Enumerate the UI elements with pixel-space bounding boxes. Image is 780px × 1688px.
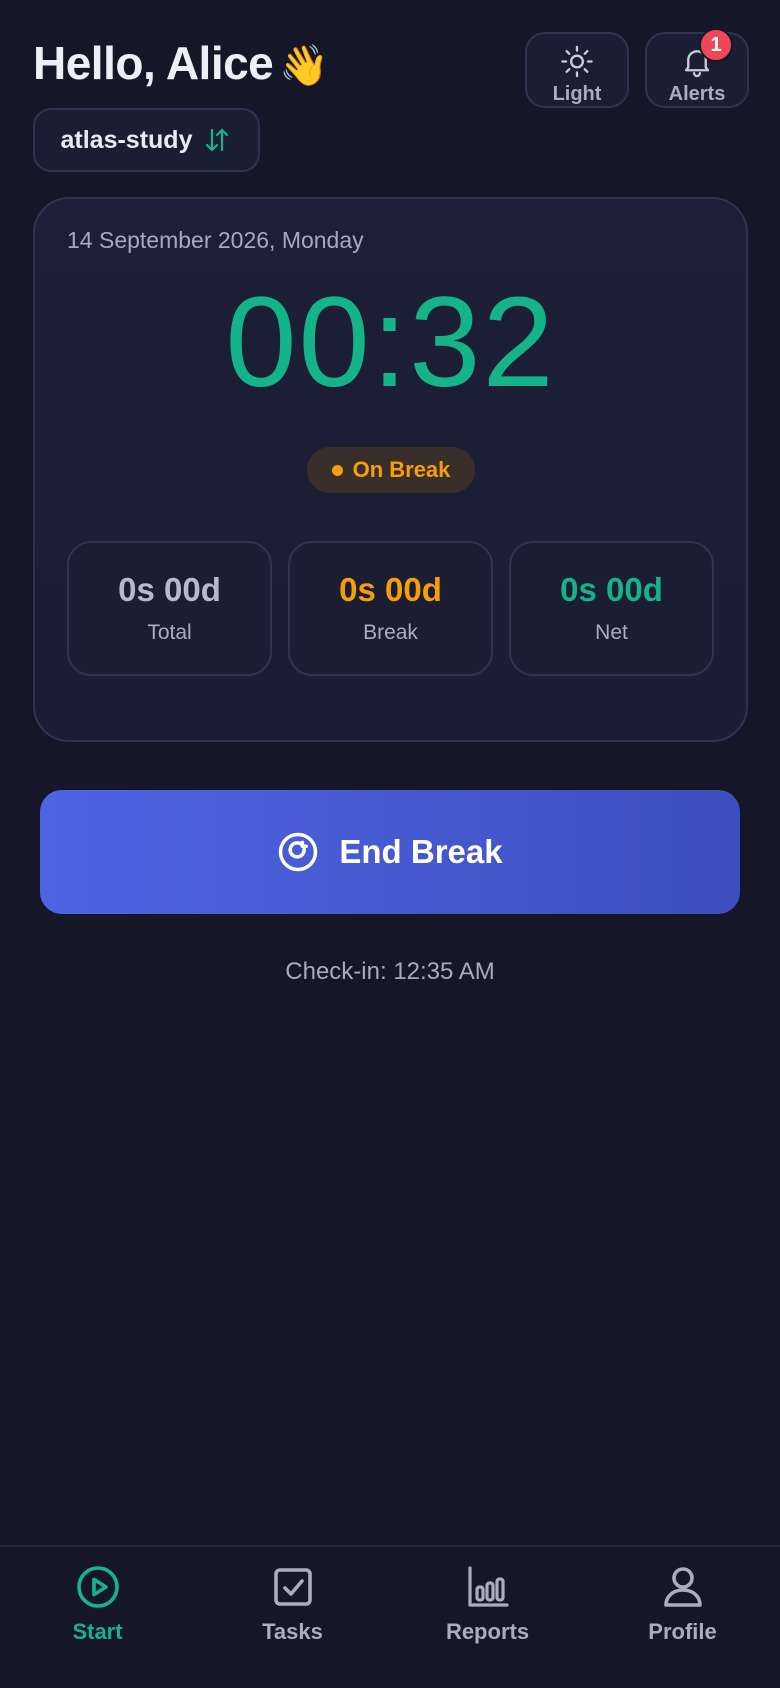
elapsed-timer: 00:32 — [225, 271, 556, 414]
nav-profile[interactable]: Profile — [585, 1547, 780, 1688]
nav-tasks[interactable]: Tasks — [195, 1547, 390, 1688]
wave-emoji: 👋 — [279, 43, 329, 89]
nav-start-label: Start — [72, 1619, 123, 1644]
user-icon — [663, 1567, 702, 1607]
stat-net-value: 0s 00d — [560, 571, 663, 608]
stat-total: 0s 00d Total — [67, 541, 272, 676]
play-circle-icon — [76, 1566, 119, 1608]
nav-profile-label: Profile — [648, 1619, 717, 1644]
alerts-label: Alerts — [668, 83, 726, 105]
project-name: atlas-study — [60, 125, 193, 154]
status-text: On Break — [352, 457, 451, 482]
bar-chart-icon — [467, 1566, 509, 1607]
project-switcher[interactable]: atlas-study — [33, 108, 260, 172]
checkbox-icon — [273, 1568, 312, 1606]
swap-vertical-icon — [206, 128, 229, 152]
greeting-text: Hello, Alice — [33, 37, 274, 89]
sun-icon — [561, 45, 593, 78]
nav-reports-label: Reports — [445, 1619, 530, 1644]
bottom-nav: Start Tasks Reports Profile — [0, 1545, 780, 1688]
stat-net: 0s 00d Net — [509, 541, 714, 676]
checkin-time: Check-in: 12:35 AM — [285, 958, 495, 985]
alerts-count-badge: 1 — [699, 28, 733, 62]
status-badge: On Break — [307, 447, 475, 493]
stat-net-label: Net — [595, 621, 628, 644]
stat-break-value: 0s 00d — [339, 571, 442, 608]
stat-total-value: 0s 00d — [118, 571, 221, 608]
status-dot — [331, 464, 343, 476]
theme-toggle-label: Light — [552, 83, 602, 105]
nav-tasks-label: Tasks — [262, 1619, 323, 1644]
end-break-label: End Break — [339, 833, 503, 870]
end-break-button[interactable]: End Break — [40, 790, 740, 914]
timer-card: 14 September 2026, Monday 00:32 On Break… — [33, 197, 748, 742]
current-date: 14 September 2026, Monday — [67, 227, 364, 253]
stat-break-label: Break — [363, 621, 418, 644]
theme-toggle-button[interactable]: Light — [525, 32, 629, 108]
nav-start[interactable]: Start — [0, 1547, 195, 1688]
home-screen: Hello, Alice 👋 Light Alerts 1 atlas-study — [0, 0, 780, 1688]
refresh-circle-icon — [279, 832, 318, 872]
stat-total-label: Total — [147, 621, 192, 644]
greeting-heading: Hello, Alice 👋 — [33, 36, 329, 90]
alerts-button[interactable]: Alerts 1 — [645, 28, 749, 108]
stat-break: 0s 00d Break — [288, 541, 493, 676]
nav-reports[interactable]: Reports — [390, 1547, 585, 1688]
